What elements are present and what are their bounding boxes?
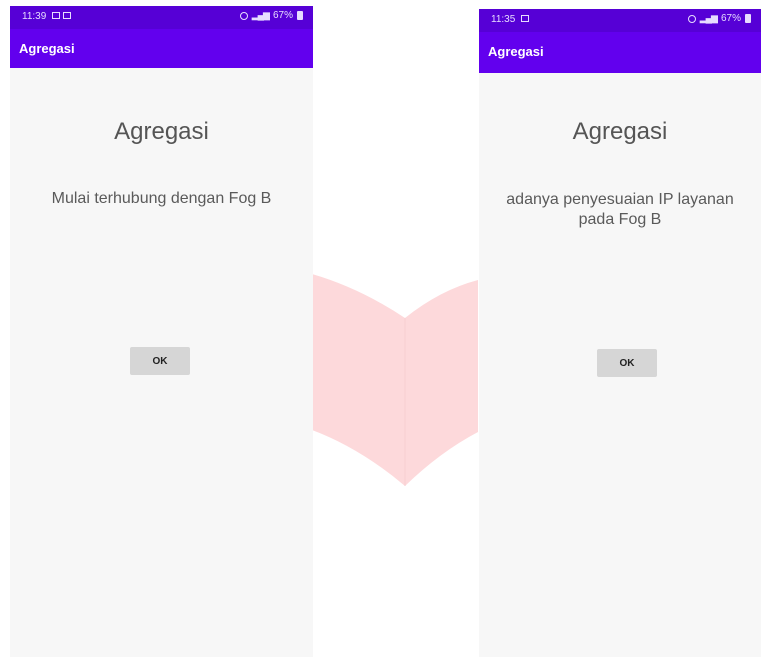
app-bar-title: Agregasi	[488, 44, 544, 59]
notification-icons	[521, 15, 529, 22]
app-bar: Agregasi	[10, 29, 313, 68]
app-bar: Agregasi	[479, 32, 761, 73]
system-icons: ▂▄▆ 67%	[687, 13, 751, 24]
dialog-heading: Agregasi	[572, 118, 668, 145]
app-bar-title: Agregasi	[19, 41, 75, 56]
status-bar: 11:35 ▂▄▆ 67%	[479, 9, 761, 32]
signal-icon: ▂▄▆	[699, 13, 718, 23]
battery-percent: 67%	[272, 10, 293, 21]
signal-icon: ▂▄▆	[251, 10, 270, 20]
status-message: adanya penyesuaian IP layanan pada Fog B	[506, 191, 734, 228]
status-message: Mulai terhubung dengan Fog B	[51, 190, 272, 207]
alarm-icon	[687, 14, 696, 23]
battery-icon	[297, 11, 303, 20]
battery-icon	[745, 14, 751, 23]
status-time: 11:39	[22, 11, 47, 22]
ok-button[interactable]: OK	[130, 347, 190, 375]
alarm-icon	[239, 11, 248, 20]
status-time: 11:35	[491, 14, 516, 25]
status-bar: 11:39 ▂▄▆ 67%	[10, 6, 313, 29]
system-icons: ▂▄▆ 67%	[239, 10, 303, 21]
phone-screen-right: 11:35 ▂▄▆ 67% Agregasi Agregasi adanya p…	[479, 9, 761, 657]
message-icon	[63, 12, 71, 19]
message-icon	[521, 15, 529, 22]
notification-icons	[52, 12, 71, 19]
phone-screen-left: 11:39 ▂▄▆ 67% Agregasi Agregasi Mulai te…	[10, 6, 313, 657]
gallery-icon	[52, 12, 60, 19]
ok-button[interactable]: OK	[597, 349, 657, 377]
battery-percent: 67%	[720, 13, 741, 24]
dialog-heading: Agregasi	[114, 118, 209, 145]
